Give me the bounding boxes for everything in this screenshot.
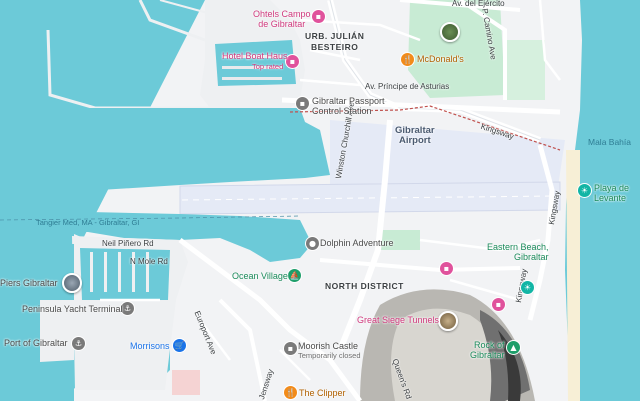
poi-hotel-boat-haus[interactable]: Hotel Boat Haus (222, 52, 288, 61)
castle-icon[interactable]: ▪ (284, 342, 297, 355)
poi-dolphin-adventure[interactable]: Dolphin Adventure (320, 239, 394, 248)
poi-passport-control[interactable]: Gibraltar Passport Control Station (312, 96, 385, 117)
mountain-icon[interactable]: ▲ (507, 341, 520, 354)
shopping-cart-icon[interactable]: 🛒 (173, 339, 186, 352)
beach-icon[interactable]: ☀ (521, 281, 534, 294)
hotel-icon[interactable]: ▪ (492, 298, 505, 311)
passport-control-icon[interactable]: ▪ (296, 97, 309, 110)
restaurant-icon[interactable]: 🍴 (401, 53, 414, 66)
area-label-urb-julian-besteiro: URB. JULIÁN BESTEIRO (305, 31, 365, 52)
restaurant-icon[interactable]: 🍴 (284, 386, 297, 399)
poi-mcdonalds[interactable]: McDonald's (417, 55, 464, 64)
road-label-n-mole-rd: N Mole Rd (130, 257, 168, 266)
poi-moorish-castle-sub: Temporarily closed (298, 351, 361, 360)
poi-moorish-castle[interactable]: Moorish Castle (298, 342, 358, 351)
area-label-north-district: NORTH DISTRICT (325, 281, 404, 291)
beach-icon[interactable]: ☀ (578, 184, 591, 197)
park-photo-icon[interactable] (440, 22, 460, 42)
hotel-icon[interactable]: ▪ (312, 10, 325, 23)
poi-morrisons[interactable]: Morrisons (130, 342, 170, 351)
port-icon[interactable]: ⚓ (72, 337, 85, 350)
road-label-neil-pinero-rd: Neil Piñero Rd (102, 239, 154, 248)
poi-playa-levante[interactable]: Playa de Levante (594, 183, 629, 204)
ocean-village-icon[interactable]: ⛵ (288, 269, 301, 282)
road-label-av-ejercito: Av. del Ejército (452, 0, 505, 8)
poi-ocean-village[interactable]: Ocean Village (232, 272, 288, 281)
poi-the-clipper[interactable]: The Clipper (299, 389, 346, 398)
poi-eastern-beach[interactable]: Eastern Beach, Gibraltar (487, 242, 549, 263)
ferry-route-label: Tangier Med, MA - Gibraltar, GI (36, 218, 140, 227)
poi-hotel-campo[interactable]: Ohtels Campo de Gibraltar (253, 9, 311, 30)
poi-great-siege-tunnels[interactable]: Great Siege Tunnels (357, 316, 439, 325)
piers-photo-icon[interactable] (62, 273, 82, 293)
poi-piers-gibraltar[interactable]: Piers Gibraltar (0, 279, 58, 288)
road-label-av-principe-asturias: Av. Príncipe de Asturias (365, 82, 450, 91)
poi-peninsula-yacht[interactable]: Peninsula Yacht Terminal (22, 305, 123, 314)
poi-rock-gibraltar[interactable]: Rock of Gibraltar (470, 340, 505, 361)
poi-airport[interactable]: Gibraltar Airport (395, 125, 435, 147)
poi-hotel-boat-haus-sub: Top rated (252, 62, 284, 71)
dolphin-icon[interactable]: ● (306, 237, 319, 250)
great-siege-photo-icon[interactable] (438, 311, 458, 331)
hotel-icon[interactable]: ▪ (440, 262, 453, 275)
bay-label-mala-bahia: Mala Bahía (588, 137, 631, 147)
poi-port-gibraltar[interactable]: Port of Gibraltar (4, 339, 68, 348)
